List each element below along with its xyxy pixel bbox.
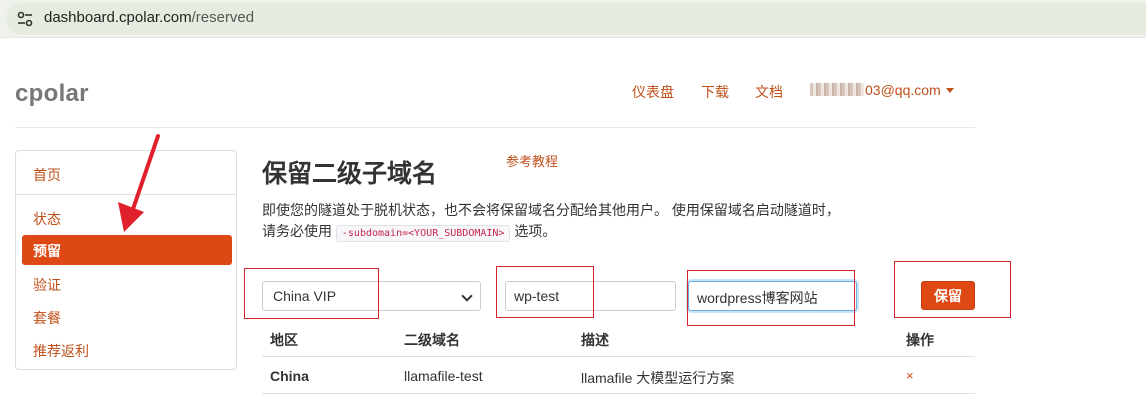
table-row-divider: [262, 393, 975, 394]
page-description: 即使您的隧道处于脱机状态，也不会将保留域名分配给其他用户。 使用保留域名启动隧道…: [262, 200, 842, 244]
annotation-box-save: [894, 261, 1011, 318]
sidebar-item-referral[interactable]: 推荐返利: [33, 341, 89, 361]
caret-down-icon: [945, 88, 954, 93]
table-cell-region: China: [270, 368, 309, 384]
chevron-down-icon: [461, 290, 473, 302]
subdomain-code-snippet: -subdomain=<YOUR_SUBDOMAIN>: [335, 225, 511, 242]
url-text[interactable]: dashboard.cpolar.com/reserved: [44, 9, 254, 26]
table-row-divider: [262, 356, 975, 357]
account-email: 03@qq.com: [865, 82, 941, 98]
table-header-region: 地区: [270, 332, 298, 348]
table-header-action: 操作: [906, 332, 934, 348]
sidebar-item-home[interactable]: 首页: [33, 165, 61, 185]
header-divider: [15, 127, 975, 128]
sidebar-item-label: 预留: [33, 243, 61, 259]
page-title: 保留二级子域名: [262, 160, 438, 188]
brand-logo[interactable]: cpolar: [15, 80, 89, 108]
delete-icon[interactable]: ×: [906, 368, 914, 383]
table-header-subdomain: 二级域名: [404, 332, 460, 348]
annotation-box-region: [244, 268, 379, 319]
sidebar-item-plans[interactable]: 套餐: [33, 308, 61, 328]
table-cell-description: llamafile 大模型运行方案: [581, 370, 735, 386]
nav-download-link[interactable]: 下载: [701, 82, 729, 102]
nav-dashboard-link[interactable]: 仪表盘: [632, 82, 674, 102]
sidebar-item-status[interactable]: 状态: [33, 209, 61, 229]
sidebar-item-verify[interactable]: 验证: [33, 275, 61, 295]
annotation-box-subdomain: [496, 266, 594, 318]
site-settings-icon[interactable]: [16, 10, 34, 28]
annotation-box-description: [687, 270, 855, 326]
nav-docs-link[interactable]: 文档: [755, 82, 783, 102]
table-header-description: 描述: [581, 332, 609, 348]
annotation-arrow-icon: [118, 134, 160, 232]
masked-email-prefix: [810, 83, 864, 96]
table-cell-subdomain: llamafile-test: [404, 368, 483, 384]
account-menu[interactable]: 03@qq.com: [810, 82, 954, 98]
tutorial-link[interactable]: 参考教程: [506, 151, 558, 170]
browser-address-bar: dashboard.cpolar.com/reserved: [0, 0, 1146, 38]
